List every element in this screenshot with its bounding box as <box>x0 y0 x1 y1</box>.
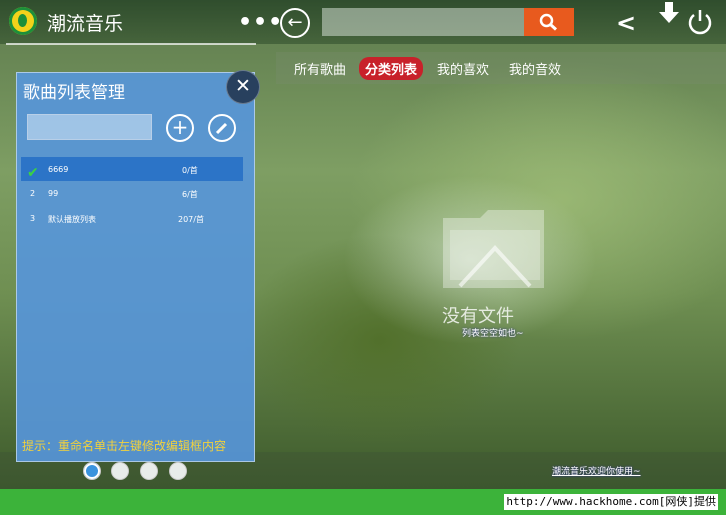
progress-line <box>6 43 256 45</box>
footer-text: http://www.hackhome.com[网侠]提供 <box>504 494 718 510</box>
app-logo-icon <box>9 7 37 35</box>
title-bar: 潮流音乐 ••• ← < <box>0 0 726 44</box>
playlist-row[interactable]: 3 默认播放列表 207/首 <box>21 206 243 230</box>
panel-title: 歌曲列表管理 <box>23 83 125 103</box>
playlist-manager-panel: 歌曲列表管理 + ✔ 6669 0/首 2 99 6/首 3 默认播放列表 20… <box>16 72 255 462</box>
empty-folder-icon <box>443 210 544 288</box>
close-icon[interactable]: ✕ <box>226 70 260 104</box>
empty-state-subtitle: 列表空空如也~ <box>462 329 524 339</box>
tab-my-sound-effects[interactable]: 我的音效 <box>503 57 567 80</box>
tab-my-favorites[interactable]: 我的喜欢 <box>431 57 495 80</box>
tab-all-songs[interactable]: 所有歌曲 <box>288 57 352 80</box>
more-icon[interactable]: ••• <box>238 10 283 35</box>
back-arrow-icon[interactable]: ← <box>280 8 310 38</box>
app-title: 潮流音乐 <box>47 13 124 35</box>
playlist-index: 3 <box>30 214 36 223</box>
download-icon[interactable] <box>658 1 680 31</box>
pager-dot-2[interactable] <box>111 462 129 480</box>
playlist-count: 0/首 <box>182 166 198 175</box>
pencil-icon <box>215 122 228 135</box>
pager-dot-3[interactable] <box>140 462 158 480</box>
playlist-name: 默认播放列表 <box>48 215 96 224</box>
hint-text: 提示：重命名单击左键修改编辑框内容 <box>22 439 227 453</box>
search-input[interactable] <box>322 8 524 36</box>
tab-bar: 所有歌曲 分类列表 我的喜欢 我的音效 <box>276 52 726 84</box>
status-link[interactable]: 潮流音乐欢迎你使用~ <box>552 464 641 477</box>
add-playlist-button[interactable]: + <box>166 114 194 142</box>
playlist-index: 2 <box>30 189 36 198</box>
playlist-row[interactable]: ✔ 6669 0/首 <box>21 157 243 181</box>
empty-state-title: 没有文件 <box>442 306 514 327</box>
edit-playlist-button[interactable] <box>208 114 236 142</box>
pager-dot-4[interactable] <box>169 462 187 480</box>
playlist-count: 6/首 <box>182 190 198 199</box>
footer-bar: http://www.hackhome.com[网侠]提供 <box>0 489 726 515</box>
search-button[interactable] <box>524 8 574 36</box>
tab-category-list[interactable]: 分类列表 <box>359 57 424 80</box>
pager-dot-1[interactable] <box>83 462 101 480</box>
playlist-name-input[interactable] <box>27 114 152 140</box>
playlist-count: 207/首 <box>178 215 204 224</box>
plus-icon: + <box>171 115 189 139</box>
playlist-name: 99 <box>48 189 59 198</box>
power-icon[interactable] <box>686 8 714 40</box>
playlist-name: 6669 <box>48 165 69 174</box>
playlist-row[interactable]: 2 99 6/首 <box>21 181 243 205</box>
chevron-left-icon[interactable]: < <box>616 9 636 37</box>
search-icon <box>539 13 558 31</box>
check-icon: ✔ <box>27 165 39 181</box>
